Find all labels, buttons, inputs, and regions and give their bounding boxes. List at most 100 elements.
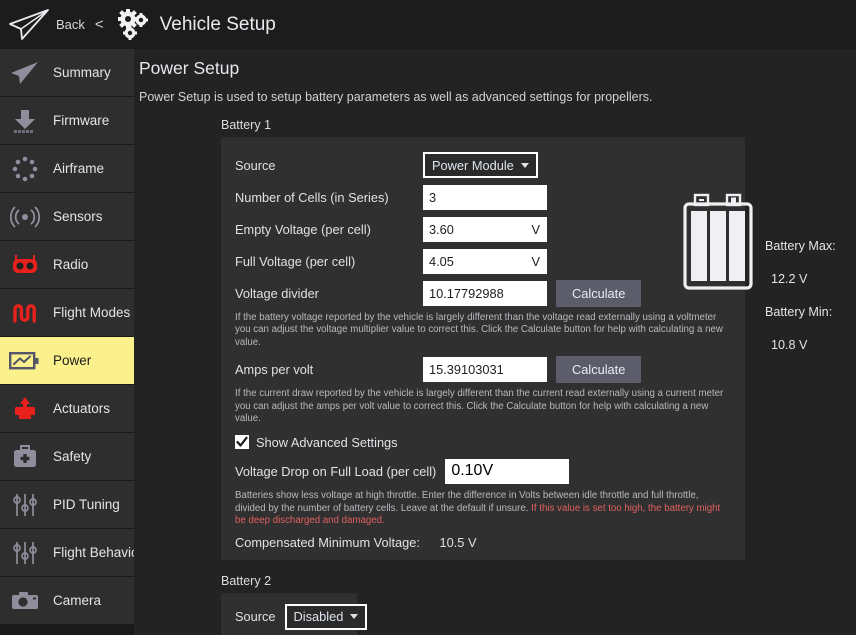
gears-icon (115, 9, 151, 41)
battery-bolt-icon (6, 346, 44, 376)
sidebar-item-label: Flight Modes (53, 305, 130, 320)
sidebar-item-label: Actuators (53, 401, 110, 416)
sidebar-item-label: Firmware (53, 113, 109, 128)
chevron-down-icon (350, 614, 358, 619)
voltage-drop-value: 0.10 (451, 462, 482, 480)
paper-plane-icon[interactable] (8, 8, 50, 42)
chevron-down-icon (521, 163, 529, 168)
power-setup-description: Power Setup is used to setup battery par… (139, 90, 856, 104)
vehicle-setup-window: Back < (0, 0, 856, 635)
battery1-source-dropdown[interactable]: Power Module (423, 152, 538, 178)
voltage-divider-calculate-button[interactable]: Calculate (556, 280, 641, 307)
compensated-min-voltage-row: Compensated Minimum Voltage: 10.5 V (221, 535, 745, 550)
sidebar-item-sensors[interactable]: Sensors (0, 193, 134, 240)
sliders-icon (6, 538, 44, 568)
amps-per-volt-help-text: If the current draw reported by the vehi… (235, 388, 731, 425)
full-voltage-label: Full Voltage (per cell) (235, 254, 423, 269)
battery2-panel: Source Disabled (221, 593, 357, 635)
battery2-source-row: Source Disabled (221, 604, 357, 630)
battery1-source-row: Source Power Module (221, 150, 745, 180)
battery-graphic (682, 192, 756, 297)
sidebar-item-label: Power (53, 353, 91, 368)
battery2-group-label: Battery 2 (221, 574, 856, 588)
battery-min-row: Battery Min: 10.8 V (765, 296, 856, 362)
sidebar-item-airframe[interactable]: Airframe (0, 145, 134, 192)
camera-icon (6, 586, 44, 616)
sidebar-item-flight-behavior[interactable]: Flight Behavior (0, 529, 134, 576)
sidebar-item-label: Safety (53, 449, 91, 464)
radio-icon (6, 250, 44, 280)
sidebar-item-radio[interactable]: Radio (0, 241, 134, 288)
voltage-drop-row: Voltage Drop on Full Load (per cell) 0.1… (221, 456, 745, 486)
amps-per-volt-value: 15.39103031 (429, 362, 504, 377)
battery1-source-value: Power Module (432, 158, 514, 173)
battery1-amps-per-volt-row: Amps per volt 15.39103031 Calculate (221, 354, 745, 384)
sidebar-item-label: Camera (53, 593, 101, 608)
voltage-drop-unit: V (482, 462, 493, 480)
breadcrumb-separator-icon: < (95, 16, 104, 33)
battery-min-label: Battery Min: (765, 305, 832, 319)
battery1-group-label: Battery 1 (221, 118, 856, 132)
sidebar-item-pid-tuning[interactable]: PID Tuning (0, 481, 134, 528)
sidebar-item-flight-modes[interactable]: Flight Modes (0, 289, 134, 336)
full-voltage-input[interactable]: 4.05 V (423, 249, 547, 274)
compensated-min-voltage-value: 10.5 V (440, 535, 477, 550)
battery-max-label: Battery Max: (765, 239, 836, 253)
battery-readouts: Battery Max: 12.2 V Battery Min: 10.8 V (765, 230, 856, 362)
empty-voltage-value: 3.60 (429, 222, 454, 237)
voltage-divider-label: Voltage divider (235, 286, 423, 301)
sidebar-item-label: Radio (53, 257, 88, 272)
sidebar-item-actuators[interactable]: Actuators (0, 385, 134, 432)
back-button[interactable]: Back (56, 17, 85, 32)
checkbox-box (235, 435, 249, 449)
show-advanced-settings-checkbox[interactable]: Show Advanced Settings (221, 431, 745, 453)
battery2-source-dropdown[interactable]: Disabled (285, 604, 368, 630)
sidebar-item-firmware[interactable]: Firmware (0, 97, 134, 144)
sidebar-item-label: Airframe (53, 161, 104, 176)
voltage-drop-input[interactable]: 0.10 V (445, 459, 569, 484)
paper-plane-icon (6, 58, 44, 88)
battery2-source-label: Source (235, 609, 276, 624)
sidebar-item-label: Summary (53, 65, 111, 80)
battery1-full-voltage-row: Full Voltage (per cell) 4.05 V (221, 246, 745, 276)
sidebar-item-camera[interactable]: Camera (0, 577, 134, 624)
amps-per-volt-label: Amps per volt (235, 362, 423, 377)
battery1-panel: Source Power Module Number of Cells (in … (221, 137, 745, 560)
voltage-divider-value: 10.17792988 (429, 286, 504, 301)
compensated-min-voltage-label: Compensated Minimum Voltage: (235, 535, 420, 550)
power-setup-title: Power Setup (139, 58, 856, 79)
sidebar-item-summary[interactable]: Summary (0, 49, 134, 96)
battery-max-row: Battery Max: 12.2 V (765, 230, 856, 296)
amps-per-volt-input[interactable]: 15.39103031 (423, 357, 547, 382)
sidebar-item-safety[interactable]: Safety (0, 433, 134, 480)
page-title: Vehicle Setup (160, 14, 276, 36)
source-label: Source (235, 158, 423, 173)
battery1-empty-voltage-row: Empty Voltage (per cell) 3.60 V (221, 214, 745, 244)
sidebar: Summary Firmware (0, 49, 134, 635)
voltage-drop-label: Voltage Drop on Full Load (per cell) (235, 464, 436, 479)
full-voltage-value: 4.05 (429, 254, 454, 269)
show-advanced-settings-label: Show Advanced Settings (256, 435, 398, 450)
voltage-drop-help-text: Batteries show less voltage at high thro… (235, 490, 731, 527)
top-toolbar: Back < (0, 0, 856, 49)
cells-label: Number of Cells (in Series) (235, 190, 423, 205)
sidebar-item-power[interactable]: Power (0, 337, 134, 384)
sliders-icon (6, 490, 44, 520)
empty-voltage-label: Empty Voltage (per cell) (235, 222, 423, 237)
empty-voltage-input[interactable]: 3.60 V (423, 217, 547, 242)
sidebar-item-label: PID Tuning (53, 497, 120, 512)
amps-per-volt-calculate-button[interactable]: Calculate (556, 356, 641, 383)
download-icon (6, 106, 44, 136)
sidebar-item-label: Flight Behavior (53, 545, 143, 560)
empty-voltage-unit: V (531, 222, 540, 237)
voltage-divider-input[interactable]: 10.17792988 (423, 281, 547, 306)
cells-input[interactable]: 3 (423, 185, 547, 210)
actuators-icon (6, 394, 44, 424)
battery1-voltage-divider-row: Voltage divider 10.17792988 Calculate (221, 278, 745, 308)
main-content: Power Setup Power Setup is used to setup… (134, 49, 856, 635)
battery2-source-value: Disabled (294, 609, 344, 624)
battery-max-value: 12.2 V (771, 272, 807, 286)
flight-modes-icon (6, 298, 44, 328)
voltage-divider-help-text: If the battery voltage reported by the v… (235, 312, 731, 349)
first-aid-icon (6, 442, 44, 472)
